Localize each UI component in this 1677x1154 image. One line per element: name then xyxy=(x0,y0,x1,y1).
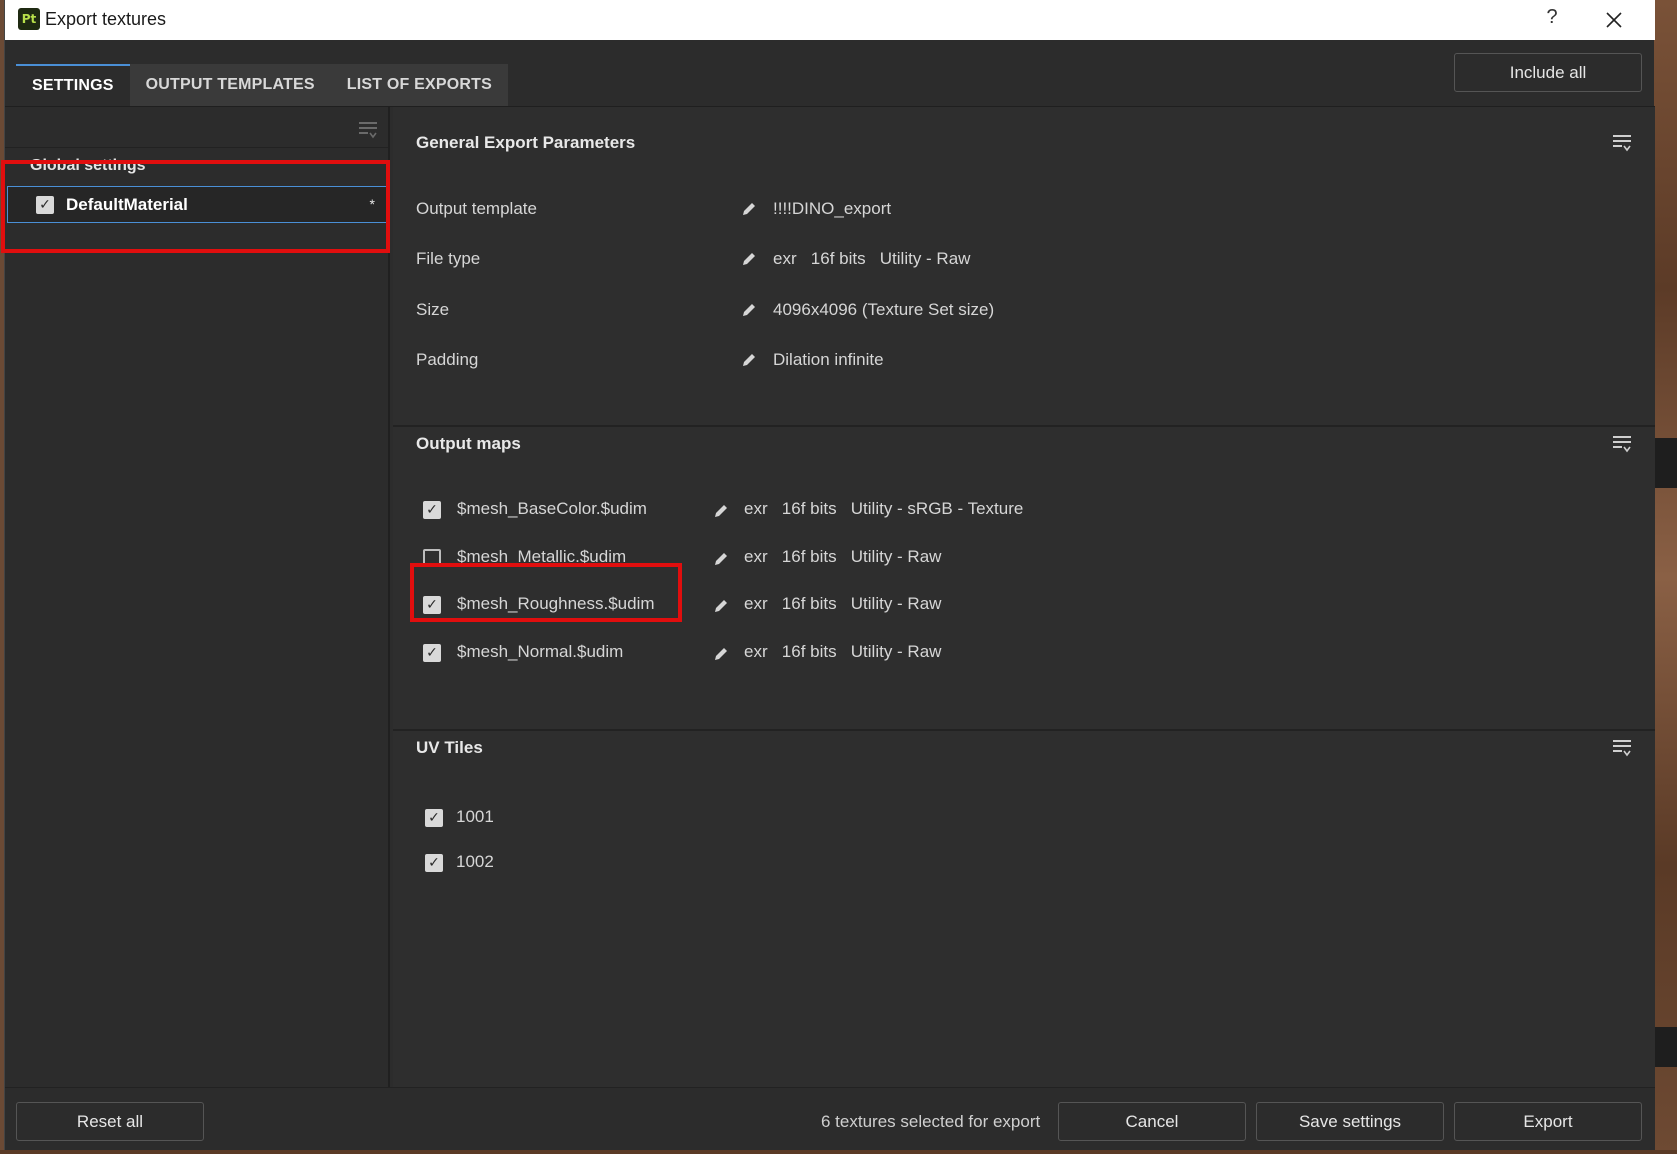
pencil-icon[interactable] xyxy=(741,302,757,318)
close-icon xyxy=(1606,12,1622,28)
file-type-value[interactable]: exr 16f bits Utility - Raw xyxy=(773,249,970,269)
save-settings-button[interactable]: Save settings xyxy=(1256,1102,1444,1141)
export-status-text: 6 textures selected for export xyxy=(821,1112,1041,1131)
list-menu-icon[interactable] xyxy=(357,118,379,140)
output-template-value[interactable]: !!!!DINO_export xyxy=(773,199,891,219)
padding-label: Padding xyxy=(416,350,479,369)
close-button[interactable] xyxy=(1597,6,1631,34)
output-map-checkbox[interactable]: ✓ xyxy=(423,501,441,519)
output-map-row[interactable]: ✓ $mesh_BaseColor.$udim exr 16f bits Uti… xyxy=(423,499,1123,523)
divider xyxy=(393,729,1655,731)
file-type-label: File type xyxy=(416,249,481,268)
texture-set-list-panel: Global settings ✓ DefaultMaterial * xyxy=(1,107,390,1087)
padding-value[interactable]: Dilation infinite xyxy=(773,350,884,370)
window-title: Export textures xyxy=(45,9,167,29)
uv-tile-checkbox[interactable]: ✓ xyxy=(425,809,443,827)
tab-list-of-exports[interactable]: LIST OF EXPORTS xyxy=(331,64,508,106)
uv-tile-label: 1002 xyxy=(456,852,494,871)
pencil-icon[interactable] xyxy=(713,551,729,567)
output-template-label: Output template xyxy=(416,199,537,218)
cancel-button[interactable]: Cancel xyxy=(1058,1102,1246,1141)
size-label: Size xyxy=(416,300,450,319)
pencil-icon[interactable] xyxy=(741,201,757,217)
background-shape xyxy=(1654,438,1677,488)
painter-app-icon: Pt xyxy=(18,8,40,30)
pencil-icon[interactable] xyxy=(713,646,729,662)
footer-bar: Reset all 6 textures selected for export… xyxy=(5,1087,1655,1150)
output-map-name: $mesh_BaseColor.$udim xyxy=(457,499,647,518)
export-button[interactable]: Export xyxy=(1454,1102,1642,1141)
output-map-checkbox[interactable]: ✓ xyxy=(423,644,441,662)
background-shape xyxy=(1654,1027,1677,1067)
background-wood-bottom xyxy=(0,1150,1677,1154)
highlight-annotation-box xyxy=(410,563,682,622)
output-map-name: $mesh_Normal.$udim xyxy=(457,642,624,661)
export-textures-dialog: Pt Export textures ? SETTINGS OUTPUT TEM… xyxy=(1,0,1655,1150)
title-bar: Pt Export textures ? xyxy=(5,0,1655,40)
section-menu-icon[interactable] xyxy=(1611,737,1633,759)
tab-output-templates[interactable]: OUTPUT TEMPLATES xyxy=(130,64,331,106)
help-button[interactable]: ? xyxy=(1537,6,1567,34)
include-all-button[interactable]: Include all xyxy=(1454,53,1642,92)
size-value[interactable]: 4096x4096 (Texture Set size) xyxy=(773,300,994,320)
pencil-icon[interactable] xyxy=(713,503,729,519)
output-maps-title: Output maps xyxy=(416,434,521,453)
output-map-row[interactable]: ✓ $mesh_Normal.$udim exr 16f bits Utilit… xyxy=(423,642,1123,666)
pencil-icon[interactable] xyxy=(741,251,757,267)
section-menu-icon[interactable] xyxy=(1611,433,1633,455)
highlight-annotation-box xyxy=(1,160,390,253)
uv-tile-label: 1001 xyxy=(456,807,494,826)
tab-settings[interactable]: SETTINGS xyxy=(16,64,130,106)
pencil-icon[interactable] xyxy=(713,598,729,614)
output-map-format: exr 16f bits Utility - sRGB - Texture xyxy=(744,499,1024,518)
output-map-format: exr 16f bits Utility - Raw xyxy=(744,594,942,613)
divider xyxy=(393,425,1655,427)
general-export-parameters-title: General Export Parameters xyxy=(416,133,636,152)
section-menu-icon[interactable] xyxy=(1611,132,1633,154)
output-map-format: exr 16f bits Utility - Raw xyxy=(744,547,942,566)
pencil-icon[interactable] xyxy=(741,352,757,368)
uv-tile-checkbox[interactable]: ✓ xyxy=(425,854,443,872)
reset-all-button[interactable]: Reset all xyxy=(16,1102,204,1141)
export-settings-panel: General Export Parameters Output templat… xyxy=(393,107,1655,1087)
uv-tiles-title: UV Tiles xyxy=(416,738,483,757)
output-map-format: exr 16f bits Utility - Raw xyxy=(744,642,942,661)
divider xyxy=(5,147,388,148)
tab-bar: SETTINGS OUTPUT TEMPLATES LIST OF EXPORT… xyxy=(16,64,508,106)
background-wood xyxy=(1654,0,1677,1154)
